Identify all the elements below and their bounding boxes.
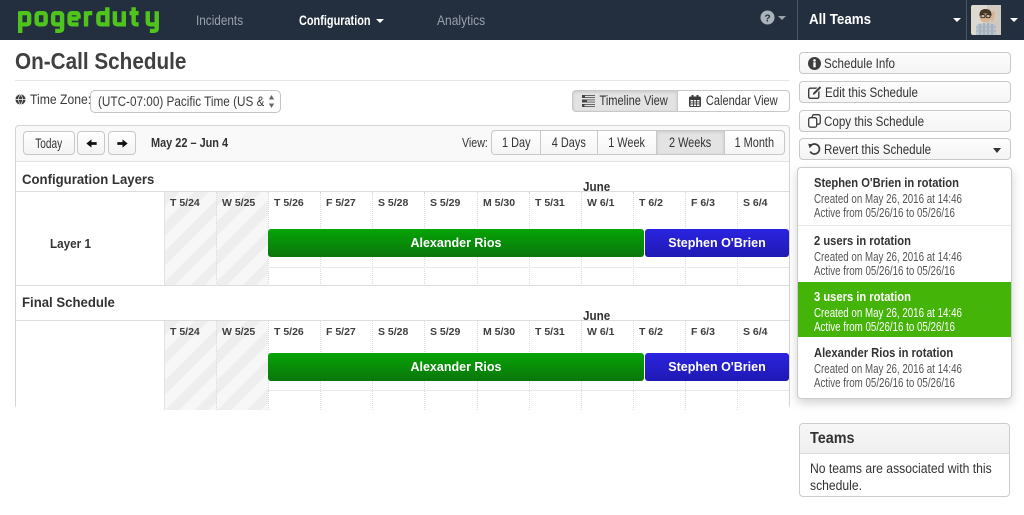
svg-text:?: ? [764, 13, 770, 24]
